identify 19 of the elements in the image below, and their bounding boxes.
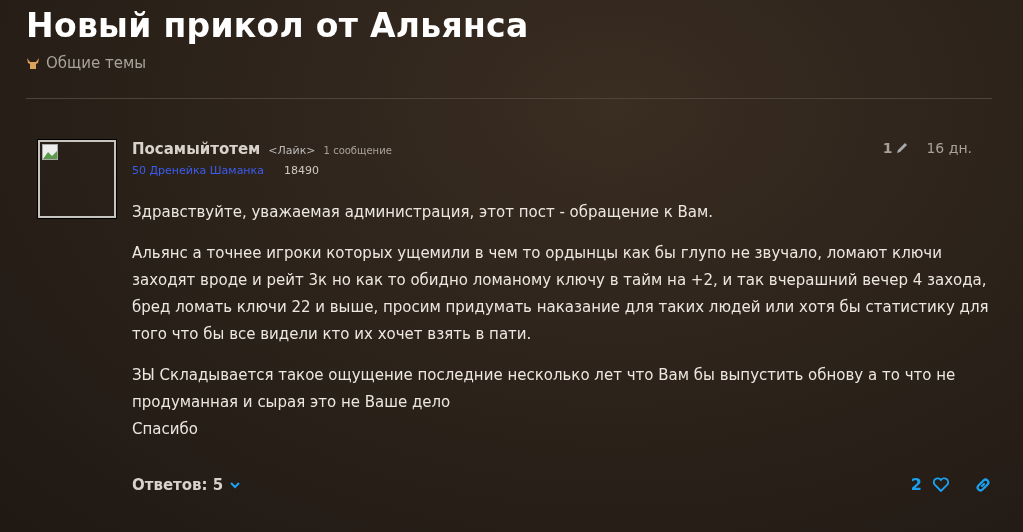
guild-name: <Лайк> xyxy=(268,144,316,157)
like-count: 2 xyxy=(910,475,922,494)
link-icon[interactable] xyxy=(974,475,992,494)
category-link[interactable]: Общие темы xyxy=(46,54,147,72)
post-paragraph: ЗЫ Складывается такое ощущение последние несколько лет что Вам бы выпустить обнову а то что не продуманная и сырая это не Ваше дело Спасибо xyxy=(132,365,957,440)
post-paragraph: Альянс а точнее игроки которых ущемили в чем то ордынцы как бы глупо не звучало, ломают ключи заходят вроде и рейт 3к но как то обидно ломаному ключу в тайм на +2, и так вчерашний вечер 4 захода, бред ломать ключи 22 и выше, просим придумать наказание для таких людей или хотя бы статистику для того что бы все видели кто их хочет взять в пати. xyxy=(132,243,990,345)
author-name[interactable]: Посамыйтотем xyxy=(132,140,261,158)
post-count: 1 сообщение xyxy=(323,145,392,156)
edit-count[interactable]: 1 xyxy=(882,140,893,156)
post-paragraph: Здравствуйте, уважаемая администрация, этот пост - обращение к Вам. xyxy=(132,202,715,223)
topic-title: Новый прикол от Альянса xyxy=(26,5,530,47)
heart-icon[interactable] xyxy=(932,476,950,493)
pencil-icon[interactable] xyxy=(895,141,910,155)
helmet-icon xyxy=(26,56,40,70)
chevron-down-icon xyxy=(229,480,242,489)
post-age[interactable]: 16 дн. xyxy=(926,140,972,156)
achievement-points: 18490 xyxy=(283,164,319,177)
replies-toggle[interactable]: Ответов: 5 xyxy=(132,475,242,494)
broken-image-icon xyxy=(42,144,58,160)
